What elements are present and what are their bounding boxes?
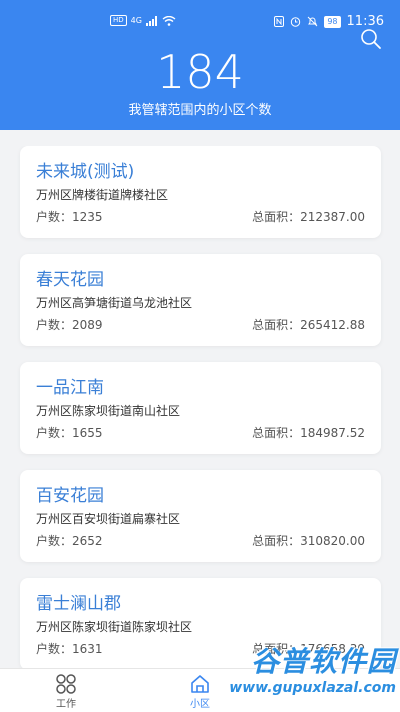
area-value: 310820.00 [300, 534, 365, 548]
mute-bell-icon [307, 16, 318, 27]
community-address: 万州区陈家坝街道南山社区 [36, 404, 181, 418]
tab-work-label: 工作 [56, 699, 76, 710]
community-address: 万州区陈家坝街道陈家坝社区 [36, 620, 193, 634]
community-name: 百安花园 [36, 486, 104, 506]
area-value: 212387.00 [300, 210, 365, 224]
community-name: 雷士澜山郡 [36, 594, 121, 614]
count-subtitle: 我管辖范围内的小区个数 [128, 103, 272, 118]
households-label: 户数： [36, 642, 73, 656]
community-address: 万州区牌楼街道牌楼社区 [36, 188, 169, 202]
households-value: 1655 [72, 426, 103, 440]
community-card[interactable]: 春天花园 万州区高笋塘街道乌龙池社区 户数：2089 总面积：265412.88 [20, 254, 381, 346]
hd-icon: HD [110, 15, 127, 26]
signal-icon [145, 15, 157, 26]
battery-indicator: 98 [324, 15, 341, 28]
watermark-logo: 谷普软件园 www.gupuxlazal.com [228, 640, 396, 708]
households-label: 户数： [36, 426, 73, 440]
households-value: 1235 [72, 210, 103, 224]
community-name: 春天花园 [36, 270, 104, 290]
network-label: 4G [130, 16, 142, 25]
households-value: 2089 [72, 318, 103, 332]
community-count: 184 [156, 45, 244, 99]
community-name: 未来城(测试) [36, 162, 135, 182]
community-card[interactable]: 一品江南 万州区陈家坝街道南山社区 户数：1655 总面积：184987.52 [20, 362, 381, 454]
households-label: 户数： [36, 534, 73, 548]
community-address: 万州区百安坝街道扁寨社区 [36, 512, 181, 526]
status-bar: HD 4G 98 11:36 [0, 0, 400, 40]
alarm-icon [291, 17, 301, 27]
grid-icon [56, 674, 76, 694]
home-icon [191, 675, 209, 693]
area-label: 总面积： [252, 210, 301, 224]
community-address: 万州区高笋塘街道乌龙池社区 [36, 296, 193, 310]
households-label: 户数： [36, 210, 73, 224]
households-label: 户数： [36, 318, 73, 332]
community-card[interactable]: 百安花园 万州区百安坝街道扁寨社区 户数：2652 总面积：310820.00 [20, 470, 381, 562]
community-card[interactable]: 未来城(测试) 万州区牌楼街道牌楼社区 户数：1235 总面积：212387.0… [20, 146, 381, 238]
area-value: 265412.88 [300, 318, 365, 332]
watermark-brand: 谷普软件园 [250, 645, 396, 678]
households-value: 1631 [72, 642, 103, 656]
nfc-icon [274, 16, 285, 27]
area-label: 总面积： [252, 318, 301, 332]
tab-community-label: 小区 [190, 699, 210, 710]
community-list: 未来城(测试) 万州区牌楼街道牌楼社区 户数：1235 总面积：212387.0… [0, 146, 400, 668]
tab-work[interactable]: 工作 [36, 671, 96, 710]
area-value: 184987.52 [300, 426, 365, 440]
watermark-url: www.gupuxlazal.com [229, 680, 396, 696]
area-label: 总面积： [252, 534, 301, 548]
clock: 11:36 [346, 14, 384, 29]
wifi-icon [162, 15, 176, 26]
header-banner: HD 4G 98 11:36 184 我管辖范围内的小区个数 [0, 0, 400, 130]
households-value: 2652 [72, 534, 103, 548]
community-name: 一品江南 [36, 378, 104, 398]
tab-community[interactable]: 小区 [170, 671, 230, 710]
area-label: 总面积： [252, 426, 301, 440]
